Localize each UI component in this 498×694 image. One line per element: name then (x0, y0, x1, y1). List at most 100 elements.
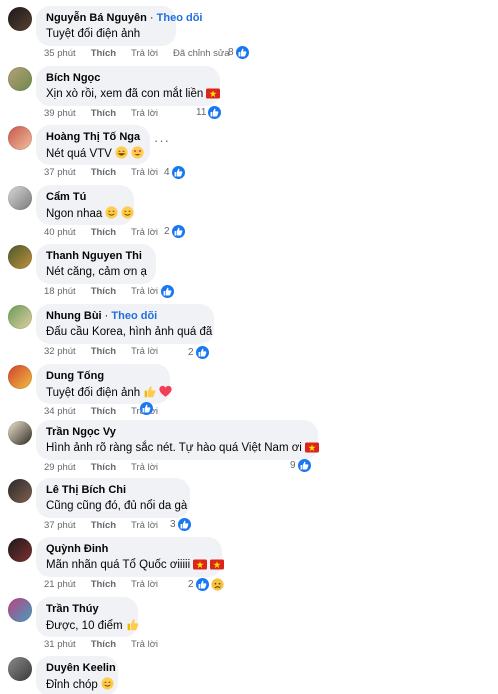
author-name[interactable]: Trần Ngọc Vy (46, 426, 116, 438)
reaction-count: 11 (196, 106, 207, 118)
like-button[interactable]: Thích (91, 639, 116, 650)
reaction-summary[interactable]: 2 (164, 223, 185, 239)
comment-text-row: Tuyệt đối điện ảnh (46, 27, 166, 42)
timestamp[interactable]: 34 phút (44, 406, 76, 417)
reaction-summary[interactable] (140, 400, 153, 416)
avatar[interactable] (8, 245, 32, 269)
comment-actions: 39 phút Thích Trả lời (44, 108, 173, 120)
comment-item: Trần Thúy Được, 10 điểm 31 phút Thích Trả lờ… (0, 597, 498, 655)
author-row: Trần Thúy (46, 603, 128, 616)
timestamp[interactable]: 37 phút (44, 167, 76, 178)
avatar[interactable] (8, 598, 32, 622)
like-button[interactable]: Thích (91, 286, 116, 297)
reaction-summary[interactable]: 9 (290, 457, 311, 473)
thumbs-up-emoji-icon (126, 618, 139, 636)
author-name[interactable]: Cẩm Tú (46, 191, 86, 203)
smiling-face-icon (101, 677, 114, 694)
author-name[interactable]: Thanh Nguyen Thi (46, 250, 142, 262)
reaction-summary[interactable]: 3 (170, 516, 191, 532)
reply-button[interactable]: Trả lời (131, 108, 158, 119)
comment-text-row: Đỉnh chóp (46, 677, 114, 694)
author-name[interactable]: Bích Ngọc (46, 72, 100, 84)
follow-link[interactable]: Theo dõi (157, 12, 203, 24)
timestamp[interactable]: 21 phút (44, 579, 76, 590)
avatar[interactable] (8, 365, 32, 389)
reply-button[interactable]: Trả lời (131, 520, 158, 531)
comment-text: Đỉnh chóp (46, 679, 98, 691)
comment-text: Ngon nhaa (46, 208, 103, 220)
avatar[interactable] (8, 657, 32, 681)
follow-link[interactable]: Theo dõi (111, 310, 157, 322)
author-name[interactable]: Dung Tống (46, 370, 104, 382)
like-icon (297, 458, 311, 472)
comment-bubble: Bích Ngọc Xịn xò rồi, xem đã con mắt liền (36, 66, 221, 106)
timestamp[interactable]: 35 phút (44, 48, 76, 59)
comment-item: Trần Ngọc Vy Hình ảnh rõ ràng sắc nét. Tự… (0, 420, 498, 478)
comment-bubble: Trần Thúy Được, 10 điểm (36, 597, 138, 637)
reaction-summary[interactable]: 2 (188, 344, 209, 360)
author-name[interactable]: Trần Thúy (46, 603, 99, 615)
timestamp[interactable]: 32 phút (44, 346, 76, 357)
author-row: Hoàng Thị Tố Nga (46, 131, 140, 144)
timestamp[interactable]: 29 phút (44, 462, 76, 473)
avatar[interactable] (8, 538, 32, 562)
like-button[interactable]: Thích (91, 579, 116, 590)
author-name[interactable]: Quỳnh Đinh (46, 543, 108, 555)
comment-text-row: Nét quá VTV (46, 146, 144, 164)
comment-item: Quỳnh Đinh Mãn nhãn quá Tổ Quốc ơiiiii 21 … (0, 537, 498, 595)
author-name[interactable]: Hoàng Thị Tố Nga (46, 131, 140, 143)
comment-actions: 18 phút Thích Trả lời (44, 286, 173, 298)
avatar[interactable] (8, 67, 32, 91)
avatar[interactable] (8, 7, 32, 31)
like-button[interactable]: Thích (91, 346, 116, 357)
timestamp[interactable]: 40 phút (44, 227, 76, 238)
author-name[interactable]: Nguyễn Bá Nguyên (46, 12, 147, 24)
author-name[interactable]: Duyên Keelin (46, 662, 116, 674)
author-name[interactable]: Nhung Bùi (46, 310, 102, 322)
like-button[interactable]: Thích (91, 48, 116, 59)
reply-button[interactable]: Trả lời (131, 462, 158, 473)
like-button[interactable]: Thích (91, 406, 116, 417)
like-button[interactable]: Thích (91, 520, 116, 531)
reply-button[interactable]: Trả lời (131, 227, 158, 238)
grinning-face-icon (115, 146, 128, 164)
comment-bubble: Lê Thị Bích Chi Cũng cũng đó, đủ nổi da g… (36, 478, 190, 518)
avatar[interactable] (8, 305, 32, 329)
comment-item: Bích Ngọc Xịn xò rồi, xem đã con mắt liền… (0, 66, 498, 124)
like-button[interactable]: Thích (91, 108, 116, 119)
like-icon (195, 345, 209, 359)
author-row: Nguyễn Bá Nguyên · Theo dõi (46, 12, 202, 25)
comment-text: Đấu cầu Korea, hình ảnh quá đã (46, 326, 213, 338)
avatar[interactable] (8, 479, 32, 503)
reaction-summary[interactable] (161, 283, 174, 299)
avatar[interactable] (8, 186, 32, 210)
comment-bubble: Thanh Nguyen Thi Nét căng, cảm ơn ạ (36, 244, 156, 284)
edited-label: Đã chỉnh sửa (173, 48, 230, 59)
like-button[interactable]: Thích (91, 227, 116, 238)
timestamp[interactable]: 37 phút (44, 520, 76, 531)
reaction-summary[interactable]: 4 (164, 164, 185, 180)
author-name[interactable]: Lê Thị Bích Chi (46, 484, 126, 496)
comment-text: Cũng cũng đó, đủ nổi da gà (46, 500, 188, 512)
reaction-summary[interactable]: 2 (188, 576, 224, 592)
reaction-summary[interactable]: 8 (228, 44, 249, 60)
reaction-summary[interactable]: 11 (196, 104, 222, 120)
reply-button[interactable]: Trả lời (131, 167, 158, 178)
like-button[interactable]: Thích (91, 462, 116, 473)
reply-button[interactable]: Trả lời (131, 346, 158, 357)
avatar[interactable] (8, 126, 32, 150)
comment-actions: 29 phút Thích Trả lời (44, 462, 173, 474)
reply-button[interactable]: Trả lời (131, 286, 158, 297)
timestamp[interactable]: 31 phút (44, 639, 76, 650)
reply-button[interactable]: Trả lời (131, 579, 158, 590)
avatar[interactable] (8, 421, 32, 445)
like-button[interactable]: Thích (91, 167, 116, 178)
reaction-count: 2 (164, 225, 170, 237)
timestamp[interactable]: 39 phút (44, 108, 76, 119)
timestamp[interactable]: 18 phút (44, 286, 76, 297)
comment-text-row: Cũng cũng đó, đủ nổi da gà (46, 499, 187, 514)
author-row: Quỳnh Đinh (46, 543, 212, 556)
reply-button[interactable]: Trả lời (131, 48, 158, 59)
more-options-icon[interactable]: ··· (154, 133, 170, 148)
reply-button[interactable]: Trả lời (131, 639, 158, 650)
